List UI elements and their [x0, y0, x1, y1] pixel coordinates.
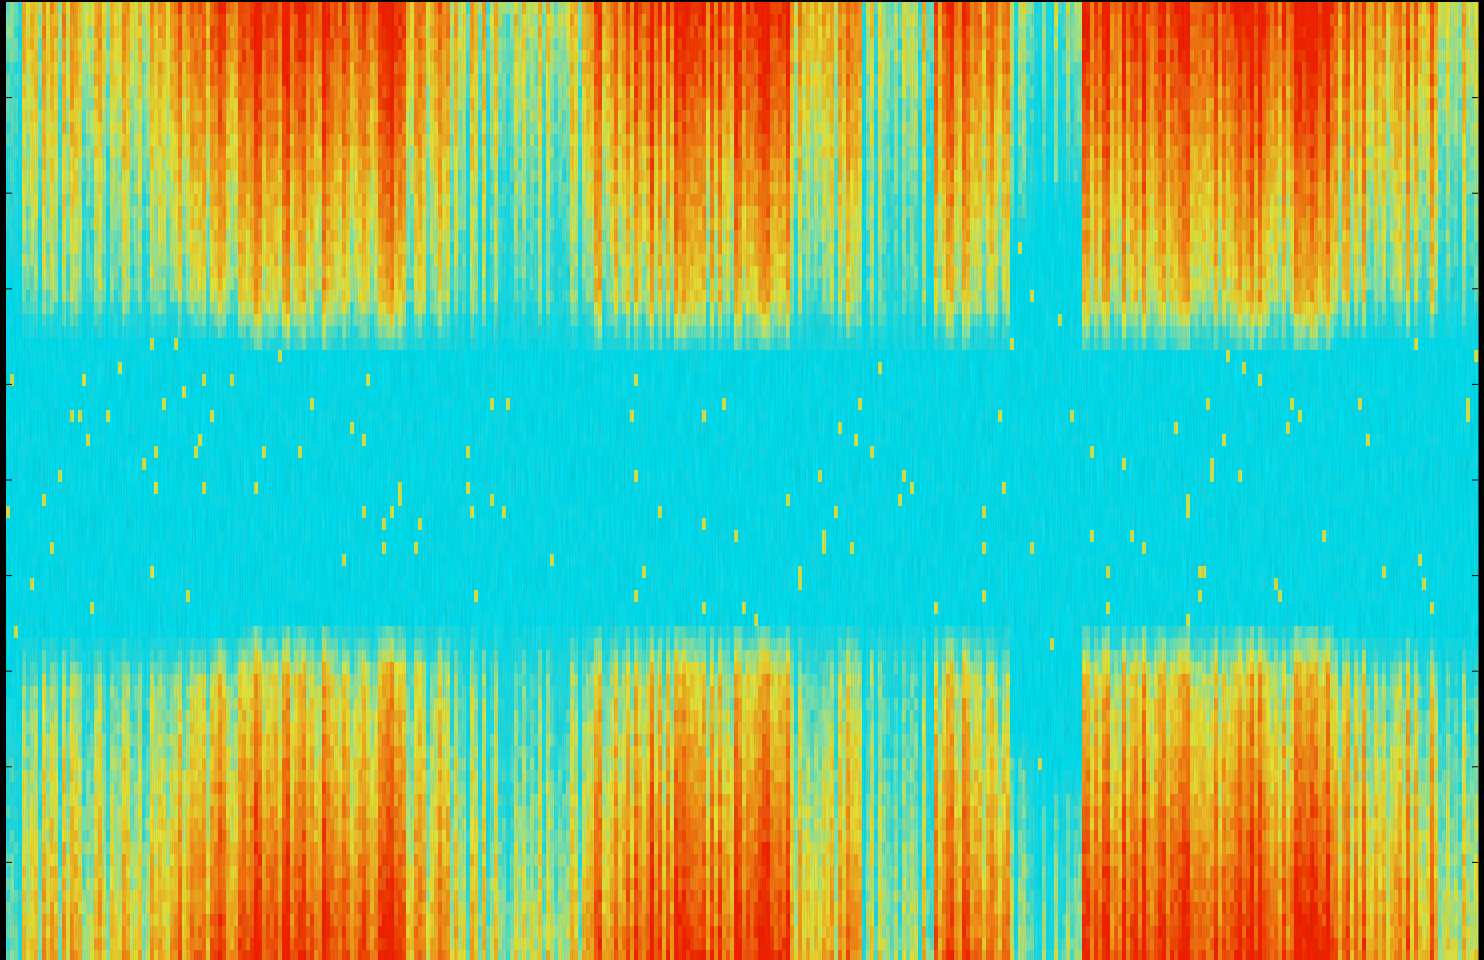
spectrogram-chart [0, 0, 1484, 960]
heatmap-cells [6, 2, 1479, 960]
spectrogram-plot [0, 0, 1484, 960]
